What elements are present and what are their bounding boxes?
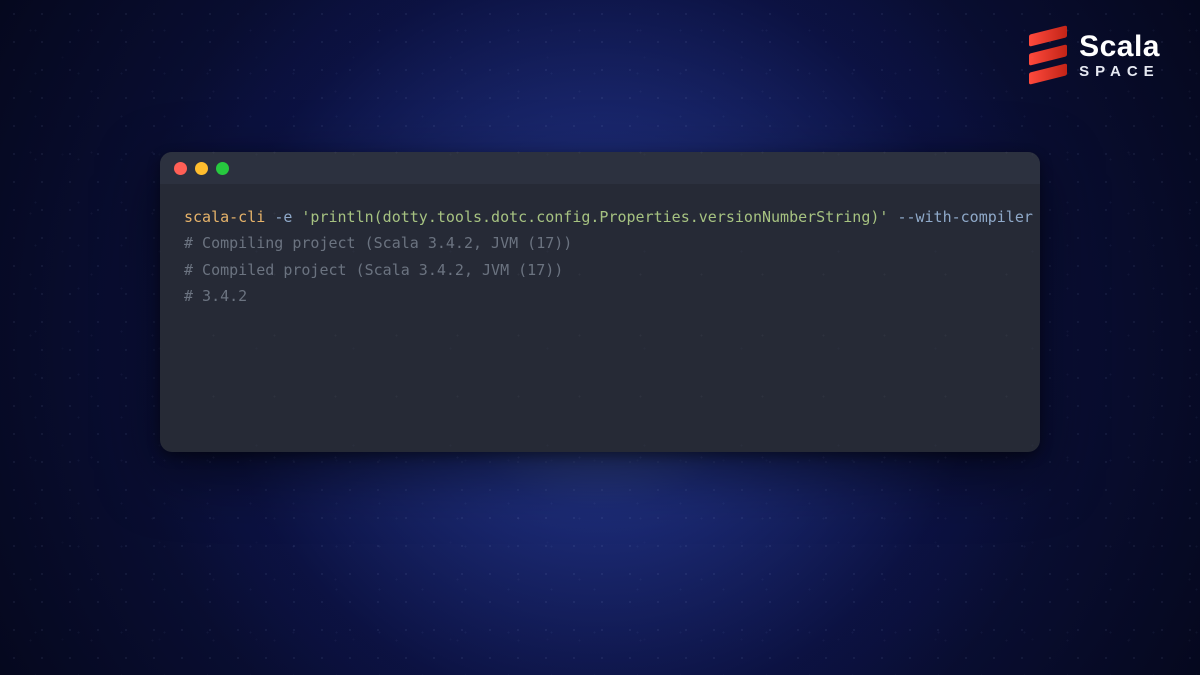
scala-logo-icon [1029, 30, 1067, 80]
window-close-icon[interactable] [174, 162, 187, 175]
terminal-titlebar [160, 152, 1040, 184]
brand-text: Scala SPACE [1079, 32, 1160, 79]
window-minimize-icon[interactable] [195, 162, 208, 175]
terminal-command-flag2: --with-compiler [897, 208, 1032, 226]
brand-title: Scala [1079, 32, 1160, 62]
terminal-output-line: # Compiled project (Scala 3.4.2, JVM (17… [184, 261, 563, 279]
terminal-command-exe: scala-cli [184, 208, 265, 226]
terminal-command-arg: 'println(dotty.tools.dotc.config.Propert… [301, 208, 888, 226]
terminal-output-line: # 3.4.2 [184, 287, 247, 305]
terminal-command-flag1: -e [274, 208, 292, 226]
brand-subtitle: SPACE [1079, 64, 1160, 79]
terminal-output-line: # Compiling project (Scala 3.4.2, JVM (1… [184, 234, 572, 252]
background-stage: Scala SPACE scala-cli -e 'println(dotty.… [0, 0, 1200, 675]
window-zoom-icon[interactable] [216, 162, 229, 175]
terminal-window: scala-cli -e 'println(dotty.tools.dotc.c… [160, 152, 1040, 452]
terminal-body: scala-cli -e 'println(dotty.tools.dotc.c… [160, 184, 1040, 329]
brand-logo: Scala SPACE [1029, 30, 1160, 80]
